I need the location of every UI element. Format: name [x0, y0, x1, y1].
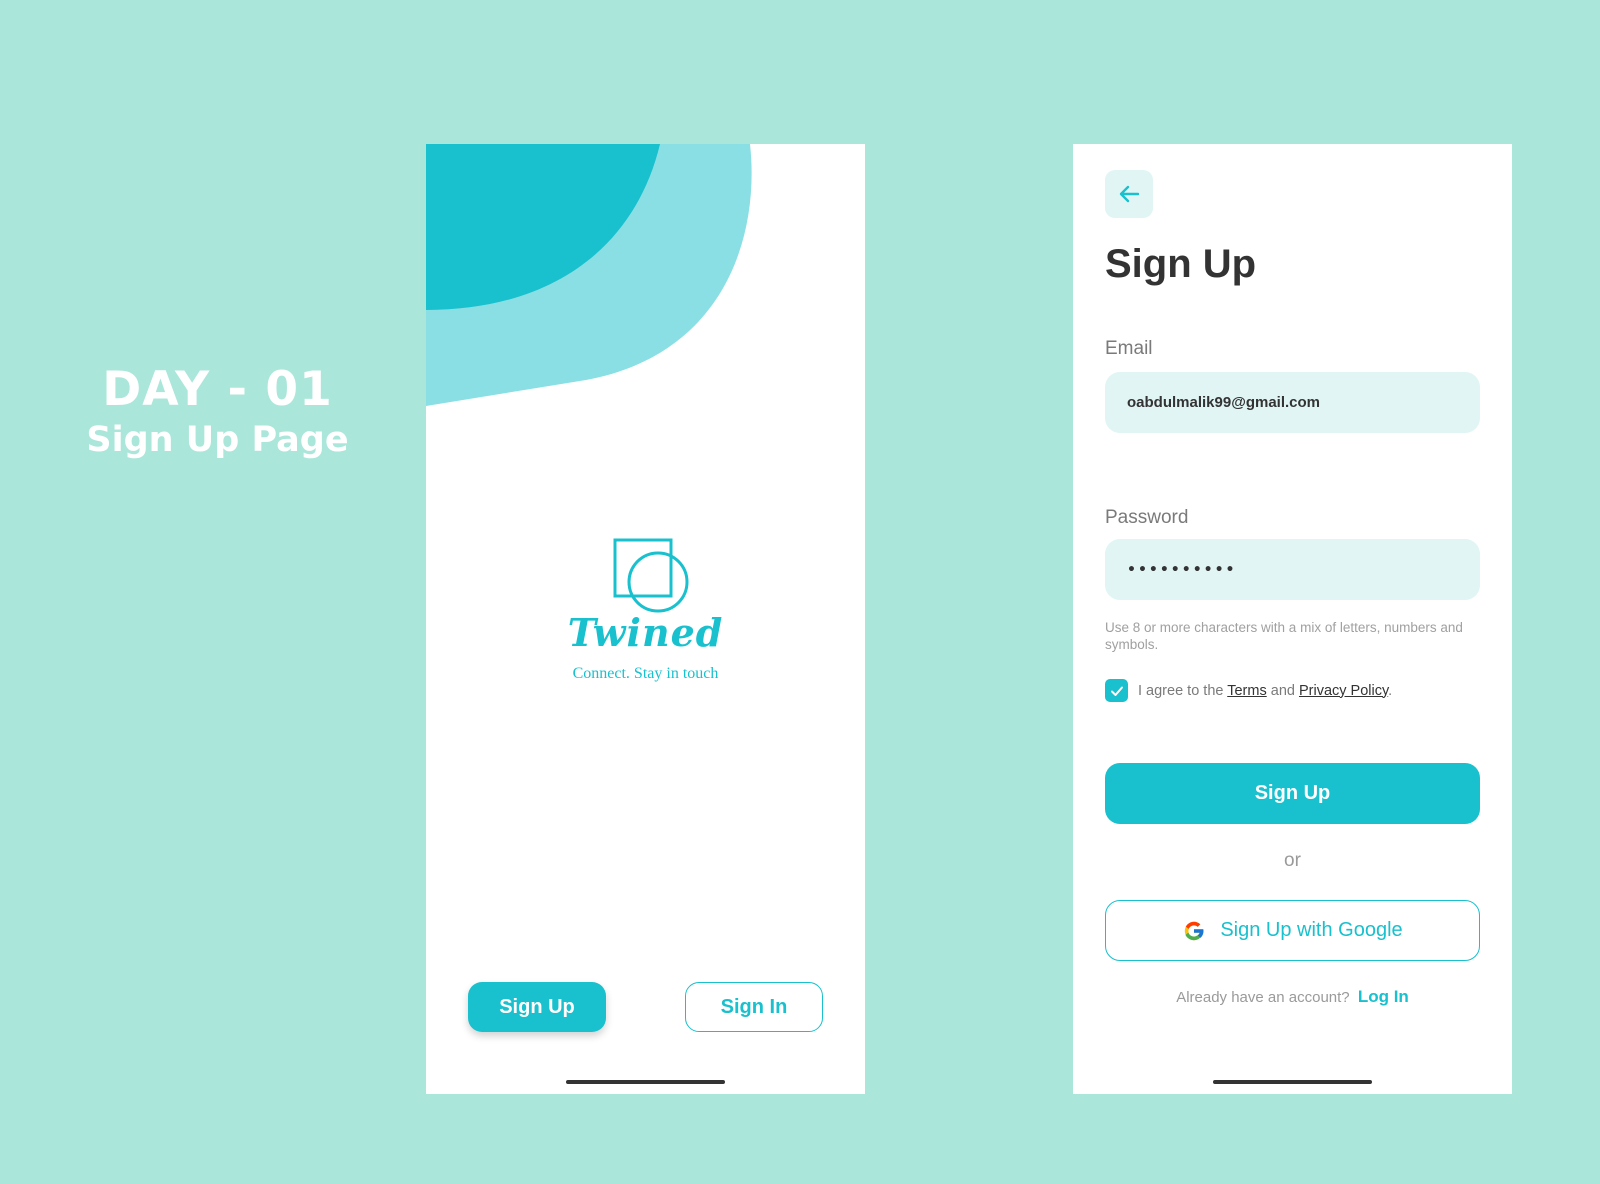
- banner-day: DAY - 01: [102, 362, 333, 417]
- privacy-policy-link[interactable]: Privacy Policy: [1299, 683, 1388, 699]
- password-label: Password: [1105, 507, 1189, 528]
- sign-in-button[interactable]: Sign In: [685, 982, 823, 1032]
- back-button[interactable]: [1105, 170, 1153, 218]
- have-account-text: Already have an account?: [1176, 989, 1350, 1006]
- password-field[interactable]: ••••••••••: [1105, 539, 1480, 600]
- welcome-screen: Twined Connect. Stay in touch Sign Up Si…: [426, 144, 865, 1094]
- home-indicator[interactable]: [1213, 1080, 1372, 1084]
- logo-mark-icon: [613, 538, 688, 613]
- home-indicator[interactable]: [566, 1080, 725, 1084]
- agree-row: I agree to the Terms and Privacy Policy.: [1105, 679, 1392, 702]
- or-divider: or: [1284, 850, 1301, 871]
- brand-name: Twined: [567, 610, 724, 655]
- brand-logo: Twined Connect. Stay in touch: [426, 537, 865, 683]
- google-icon: [1182, 919, 1206, 943]
- email-field[interactable]: oabdulmalik99@gmail.com: [1105, 372, 1480, 433]
- email-label: Email: [1105, 338, 1153, 359]
- arrow-left-icon: [1119, 185, 1140, 203]
- agree-suffix: .: [1388, 682, 1393, 699]
- agree-prefix: I agree to the: [1138, 682, 1224, 699]
- log-in-link[interactable]: Log In: [1358, 987, 1409, 1006]
- password-hint: Use 8 or more characters with a mix of l…: [1105, 620, 1463, 652]
- page-title: Sign Up: [1105, 242, 1257, 286]
- sign-up-with-google-button[interactable]: Sign Up with Google: [1105, 900, 1480, 961]
- checkmark-icon: [1110, 686, 1123, 696]
- password-value: ••••••••••: [1127, 561, 1237, 578]
- signup-screen: Sign Up Email oabdulmalik99@gmail.com Pa…: [1073, 144, 1512, 1094]
- header-wave-decoration: [426, 144, 752, 406]
- email-value: oabdulmalik99@gmail.com: [1127, 394, 1321, 411]
- terms-link[interactable]: Terms: [1227, 683, 1266, 699]
- google-button-label: Sign Up with Google: [1220, 919, 1403, 941]
- agree-checkbox[interactable]: [1105, 679, 1128, 702]
- agree-text: I agree to the Terms and Privacy Policy.: [1138, 683, 1392, 699]
- login-prompt: Already have an account? Log In: [1073, 987, 1512, 1007]
- banner-subtitle: Sign Up Page: [86, 420, 349, 460]
- sign-up-button[interactable]: Sign Up: [468, 982, 606, 1032]
- brand-tagline: Connect. Stay in touch: [572, 665, 719, 682]
- submit-sign-up-button[interactable]: Sign Up: [1105, 763, 1480, 824]
- banner-title: DAY - 01 Sign Up Page: [40, 362, 395, 462]
- agree-and: and: [1270, 682, 1295, 699]
